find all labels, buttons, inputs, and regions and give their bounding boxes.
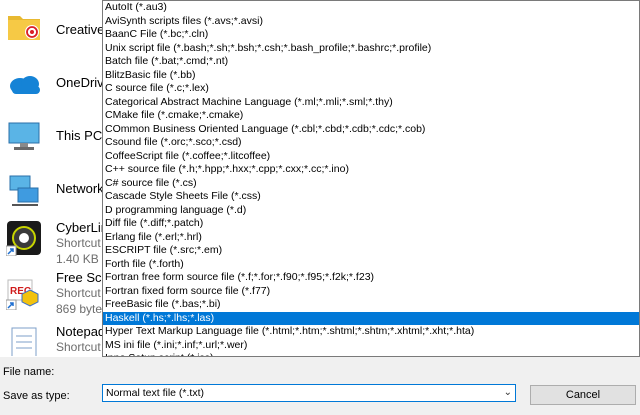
file-size-text: 869 byte (56, 302, 103, 316)
onedrive-cloud-icon (10, 76, 40, 94)
dialog-footer-controls: Normal text file (*.txt) ⌄ Cancel (0, 357, 640, 415)
sidebar-item-label: CyberLin (56, 220, 104, 235)
dropdown-option[interactable]: AutoIt (*.au3) (103, 1, 639, 15)
dropdown-option[interactable]: AviSynth scripts files (*.avs;*.avsi) (103, 15, 639, 29)
dropdown-option[interactable]: D programming language (*.d) (103, 204, 639, 218)
dropdown-option[interactable]: Csound file (*.orc;*.sco;*.csd) (103, 136, 639, 150)
dropdown-option[interactable]: BlitzBasic file (*.bb) (103, 69, 639, 83)
shortcut-type-text: Shortcut (56, 286, 101, 300)
dropdown-option[interactable]: C source file (*.c;*.lex) (103, 82, 639, 96)
dropdown-option[interactable]: Diff file (*.diff;*.patch) (103, 217, 639, 231)
dropdown-option[interactable]: FreeBasic file (*.bas;*.bi) (103, 298, 639, 312)
nav-item-creative[interactable]: Creative (0, 2, 104, 48)
dropdown-option[interactable]: Forth file (*.forth) (103, 258, 639, 272)
nav-item-notepad-shortcut[interactable]: Notepad Shortcut (0, 320, 104, 356)
network-icon (9, 175, 39, 206)
dropdown-option[interactable]: Erlang file (*.erl;*.hrl) (103, 231, 639, 245)
dropdown-option[interactable]: C++ source file (*.h;*.hpp;*.hxx;*.cpp;*… (103, 163, 639, 177)
dropdown-option[interactable]: Fortran free form source file (*.f;*.for… (103, 271, 639, 285)
dropdown-option[interactable]: MS ini file (*.ini;*.inf;*.url;*.wer) (103, 339, 639, 353)
dropdown-option[interactable]: CMake file (*.cmake;*.cmake) (103, 109, 639, 123)
dropdown-option[interactable]: C# source file (*.cs) (103, 177, 639, 191)
navigation-pane: Creative OneDrive This PC Network (0, 0, 104, 356)
creative-cloud-folder-icon (8, 16, 40, 40)
sidebar-item-label: OneDrive (56, 75, 104, 90)
sidebar-item-label: Network (56, 181, 104, 196)
sidebar-item-label: Creative (56, 22, 104, 37)
chevron-down-icon[interactable]: ⌄ (504, 385, 512, 401)
dropdown-option[interactable]: Categorical Abstract Machine Language (*… (103, 96, 639, 110)
sidebar-item-label: This PC (56, 128, 103, 143)
nav-item-this-pc[interactable]: This PC (0, 112, 104, 158)
cyberlink-shortcut-icon (6, 221, 41, 256)
dropdown-option[interactable]: BaanC File (*.bc;*.cln) (103, 28, 639, 42)
save-as-type-select[interactable]: Normal text file (*.txt) ⌄ (102, 384, 516, 402)
notepad-shortcut-icon (11, 327, 37, 356)
dropdown-option[interactable]: CoffeeScript file (*.coffee;*.litcoffee) (103, 150, 639, 164)
nav-item-onedrive[interactable]: OneDrive (0, 60, 104, 106)
dropdown-option[interactable]: Cascade Style Sheets File (*.css) (103, 190, 639, 204)
dropdown-option-selected[interactable]: Haskell (*.hs;*.lhs;*.las) (103, 311, 639, 325)
nav-item-network[interactable]: Network (0, 166, 104, 212)
sidebar-item-label: Notepad (56, 324, 104, 339)
file-size-text: 1.40 KB (56, 252, 99, 266)
dropdown-option[interactable]: Batch file (*.bat;*.cmd;*.nt) (103, 55, 639, 69)
save-as-type-value: Normal text file (*.txt) (106, 387, 205, 399)
dropdown-option[interactable]: Fortran fixed form source file (*.f77) (103, 285, 639, 299)
shortcut-type-text: Shortcut (56, 236, 101, 250)
shortcut-type-text: Shortcut (56, 340, 101, 354)
rec-shortcut-icon: REC (6, 279, 39, 310)
computer-icon (8, 122, 40, 150)
dropdown-option[interactable]: COmmon Business Oriented Language (*.cbl… (103, 123, 639, 137)
nav-item-cyberlink-shortcut[interactable]: CyberLin Shortcut 1.40 KB (0, 214, 104, 266)
save-as-type-dropdown-list[interactable]: AutoIt (*.au3) AviSynth scripts files (*.… (102, 0, 640, 357)
dropdown-option[interactable]: Unix script file (*.bash;*.sh;*.bsh;*.cs… (103, 42, 639, 56)
nav-item-free-screen-recorder-shortcut[interactable]: REC Free Scre Shortcut 869 byte (0, 268, 104, 316)
dropdown-option[interactable]: ESCRIPT file (*.src;*.em) (103, 244, 639, 258)
dropdown-option[interactable]: Hyper Text Markup Language file (*.html;… (103, 325, 639, 339)
cancel-button[interactable]: Cancel (530, 385, 636, 405)
sidebar-item-label: Free Scre (56, 270, 104, 285)
